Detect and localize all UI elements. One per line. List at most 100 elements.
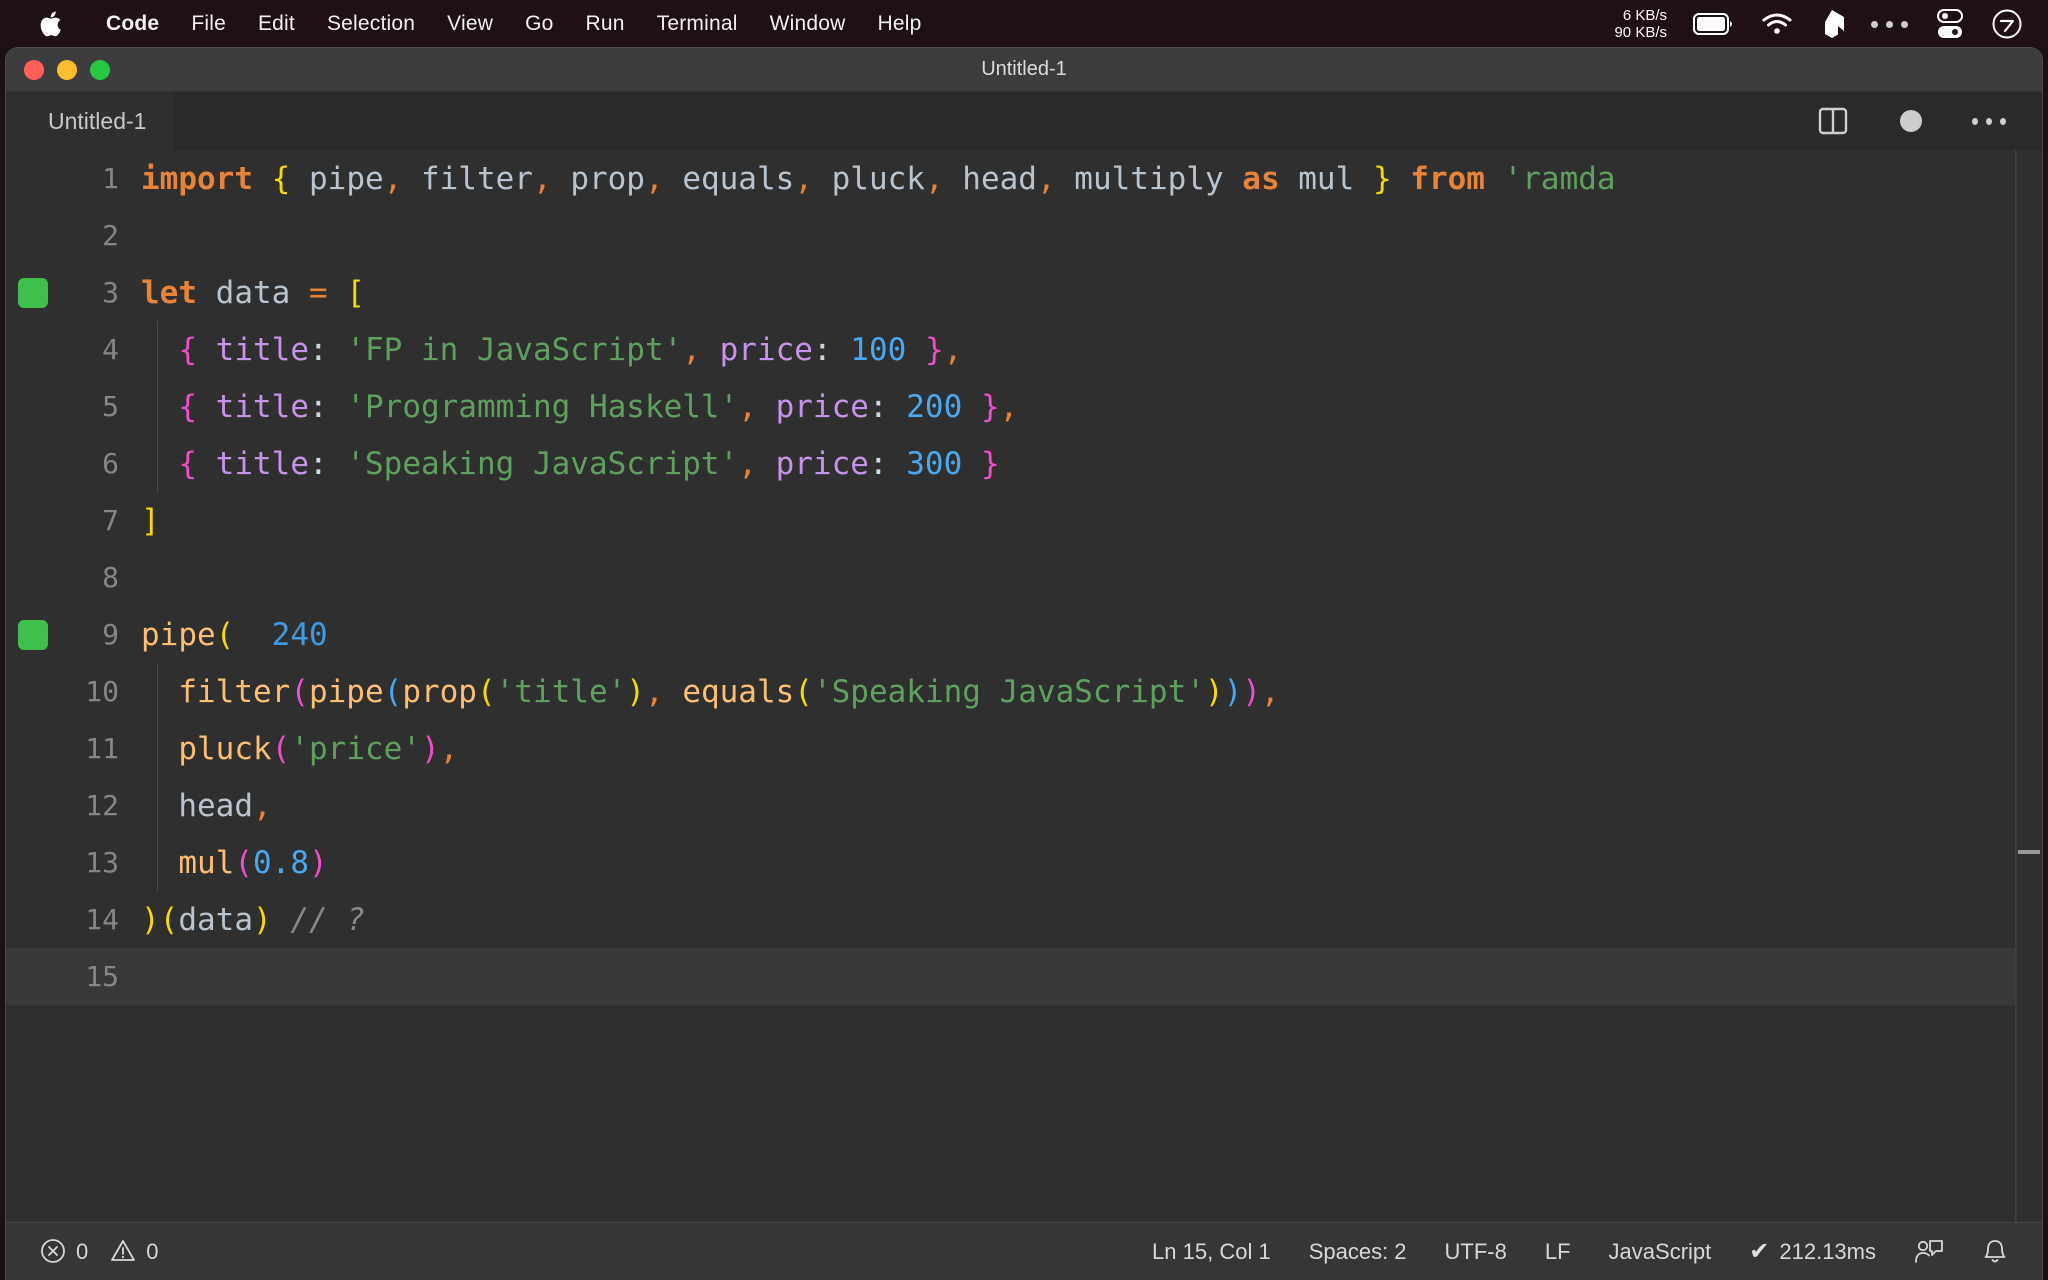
code-line-content[interactable]: pluck('price'), (141, 731, 458, 767)
code-line[interactable]: 15 (6, 948, 2042, 1005)
menu-item-run[interactable]: Run (570, 12, 641, 36)
code-line-content[interactable]: { title: 'FP in JavaScript', price: 100 … (141, 332, 962, 368)
code-token: : (868, 445, 907, 482)
line-number: 11 (85, 732, 119, 765)
code-token: : (812, 331, 851, 368)
siri-icon[interactable] (1992, 9, 2022, 39)
code-token: ( (234, 844, 253, 881)
code-line[interactable]: 9 pipe( 240 (6, 606, 2042, 663)
menu-item-code[interactable]: Code (90, 12, 175, 36)
gutter-breakpoint-marker[interactable] (18, 277, 48, 308)
code-token: ( (271, 730, 291, 767)
menu-item-selection[interactable]: Selection (311, 12, 431, 36)
apple-logo-icon[interactable] (38, 9, 64, 39)
gutter-breakpoint-marker[interactable] (18, 619, 48, 650)
code-token: { (178, 445, 197, 482)
status-bar-left: 0 0 (6, 1238, 159, 1265)
code-token: , (644, 673, 664, 710)
code-line-content[interactable]: { title: 'Programming Haskell', price: 2… (141, 389, 1018, 425)
code-line[interactable]: 7] (6, 492, 2042, 549)
window-title: Untitled-1 (981, 58, 1067, 80)
feedback-person-icon[interactable] (1914, 1238, 1944, 1266)
encoding-setting[interactable]: UTF-8 (1445, 1239, 1507, 1265)
code-token: ( (794, 673, 813, 710)
network-download-speed: 90 KB/s (1614, 24, 1667, 41)
menu-item-view[interactable]: View (431, 12, 509, 36)
menu-item-file[interactable]: File (175, 12, 242, 36)
code-token: , (999, 388, 1019, 425)
code-token: 'Programming Haskell' (346, 388, 739, 425)
code-line[interactable]: 1 import { pipe, filter, prop, equals, pl… (6, 150, 2042, 207)
code-line[interactable]: 5 { title: 'Programming Haskell', price:… (6, 378, 2042, 435)
code-token: multiply (1055, 160, 1243, 197)
menu-item-help[interactable]: Help (862, 12, 938, 36)
split-editor-icon[interactable] (1816, 104, 1850, 138)
battery-icon[interactable] (1693, 13, 1735, 35)
unsaved-dot-icon[interactable] (1894, 104, 1928, 138)
code-line[interactable]: 3 let data = [ (6, 264, 2042, 321)
code-lines[interactable]: 1 import { pipe, filter, prop, equals, pl… (6, 150, 2042, 1005)
code-line-content[interactable]: )(data) // ? (141, 902, 365, 938)
code-line[interactable]: 12 head, (6, 777, 2042, 834)
network-speed-indicator[interactable]: 6 KB/s 90 KB/s (1614, 7, 1667, 41)
code-line-content[interactable]: import { pipe, filter, prop, equals, plu… (141, 161, 1616, 197)
dropbox-icon[interactable] (1819, 10, 1845, 38)
language-mode[interactable]: JavaScript (1609, 1239, 1712, 1265)
editor-actions (1816, 104, 2042, 138)
close-button[interactable] (24, 59, 44, 80)
code-token: [ (346, 274, 365, 311)
code-token: mul (1279, 160, 1373, 197)
editor-vertical-scrollbar[interactable] (2016, 150, 2042, 1222)
menu-item-edit[interactable]: Edit (242, 12, 311, 36)
code-line[interactable]: 6 { title: 'Speaking JavaScript', price:… (6, 435, 2042, 492)
menu-item-terminal[interactable]: Terminal (641, 12, 754, 36)
code-line-content[interactable]: mul(0.8) (141, 844, 327, 881)
code-line[interactable]: 14)(data) // ? (6, 891, 2042, 948)
quokka-runtime-status[interactable]: ✔ 212.13ms (1749, 1237, 1876, 1266)
code-token: ) (1242, 673, 1261, 710)
notifications-bell-icon[interactable] (1982, 1238, 2008, 1266)
code-token: title (215, 331, 309, 368)
line-number: 10 (85, 675, 119, 708)
eol-setting[interactable]: LF (1545, 1239, 1571, 1265)
code-token: , (532, 160, 552, 197)
problems-status[interactable]: 0 0 (40, 1238, 159, 1265)
code-token: title (215, 388, 309, 425)
code-line[interactable]: 2 (6, 207, 2042, 264)
code-line[interactable]: 10 filter(pipe(prop('title'), equals('Sp… (6, 663, 2042, 720)
code-line[interactable]: 8 (6, 549, 2042, 606)
code-token: } (1372, 160, 1392, 197)
scrollbar-thumb[interactable] (2018, 850, 2040, 854)
control-center-icon[interactable] (1934, 9, 1966, 39)
error-count: 0 (76, 1238, 89, 1264)
maximize-button[interactable] (90, 59, 110, 80)
tab-untitled-1[interactable]: Untitled-1 (6, 92, 175, 150)
menu-item-go[interactable]: Go (509, 12, 569, 36)
code-editor[interactable]: 1 import { pipe, filter, prop, equals, pl… (6, 150, 2042, 1222)
code-line-content[interactable]: head, (141, 788, 271, 824)
code-token: ] (141, 502, 160, 539)
cursor-position[interactable]: Ln 15, Col 1 (1152, 1239, 1271, 1265)
code-line-content[interactable]: let data = [ (141, 275, 365, 311)
code-line-content[interactable]: filter(pipe(prop('title'), equals('Speak… (141, 673, 1279, 710)
code-token: ) (1223, 673, 1243, 710)
code-line[interactable]: 11 pluck('price'), (6, 720, 2042, 777)
minimize-button[interactable] (57, 59, 77, 80)
code-line[interactable]: 13 mul(0.8) (6, 834, 2042, 891)
indentation-setting[interactable]: Spaces: 2 (1309, 1239, 1407, 1265)
code-line-content[interactable]: { title: 'Speaking JavaScript', price: 3… (141, 445, 999, 482)
menu-item-window[interactable]: Window (754, 12, 862, 36)
more-actions-icon[interactable] (1972, 104, 2006, 138)
menu-extras-ellipsis-icon[interactable] (1871, 20, 1908, 28)
code-token: , (943, 331, 963, 368)
code-line[interactable]: 4 { title: 'FP in JavaScript', price: 10… (6, 321, 2042, 378)
wifi-icon[interactable] (1761, 12, 1793, 36)
code-line-content[interactable]: ] (141, 503, 160, 539)
code-line-content[interactable]: pipe( 240 (141, 617, 328, 653)
